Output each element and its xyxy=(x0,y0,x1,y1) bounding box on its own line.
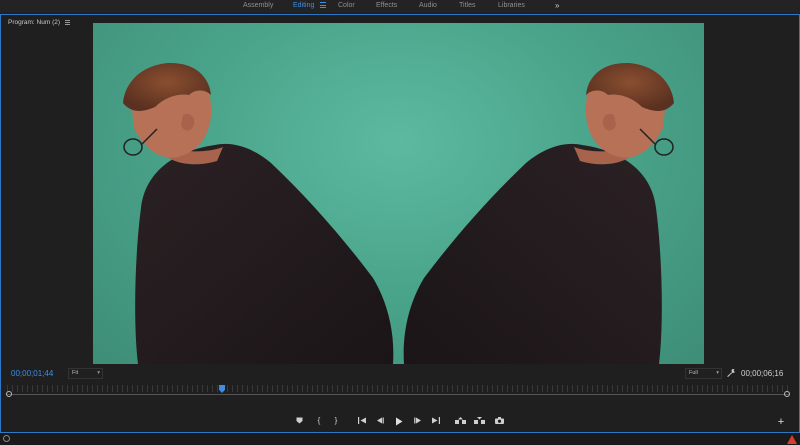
mark-out-button[interactable]: } xyxy=(330,415,342,427)
chevron-down-icon: ▾ xyxy=(716,370,719,376)
go-to-in-button[interactable] xyxy=(356,415,368,427)
current-timecode[interactable]: 00;00;01;44 xyxy=(11,369,53,378)
playback-resolution-value: Full xyxy=(689,370,698,376)
play-icon xyxy=(396,417,403,426)
zoom-bar-right-handle[interactable] xyxy=(784,391,790,397)
step-back-icon xyxy=(377,417,384,424)
ruler-ticks xyxy=(7,385,789,392)
workspace-tab-editing[interactable]: Editing xyxy=(293,2,314,9)
panel-menu-icon[interactable] xyxy=(65,20,70,27)
program-video-frame[interactable] xyxy=(93,23,704,364)
extract-button[interactable] xyxy=(473,415,485,427)
workspace-tab-color[interactable]: Color xyxy=(338,2,355,9)
workspace-tab-assembly[interactable]: Assembly xyxy=(243,2,273,9)
duration-timecode: 00;00;06;16 xyxy=(741,369,784,378)
go-to-in-icon xyxy=(358,417,366,424)
playback-resolution-select[interactable]: Full ▾ xyxy=(685,368,722,379)
zoom-level-value: Fit xyxy=(72,370,79,376)
time-ruler[interactable] xyxy=(7,385,789,392)
extract-icon xyxy=(473,417,485,424)
workspace-bar: Assembly Editing Color Effects Audio Tit… xyxy=(0,0,800,13)
add-marker-button[interactable] xyxy=(293,415,305,427)
marker-icon xyxy=(296,417,302,424)
lift-button[interactable] xyxy=(454,415,466,427)
zoom-scroll-bar[interactable] xyxy=(7,394,789,395)
warning-icon[interactable] xyxy=(787,435,797,444)
workspace-menu-icon[interactable] xyxy=(320,2,326,8)
go-to-out-icon xyxy=(432,417,440,424)
workspace-tab-libraries[interactable]: Libraries xyxy=(498,2,525,9)
go-to-out-button[interactable] xyxy=(430,415,442,427)
step-forward-button[interactable] xyxy=(412,415,424,427)
step-forward-icon xyxy=(414,417,421,424)
status-bar xyxy=(0,433,800,445)
chevron-down-icon: ▾ xyxy=(97,370,100,376)
wrench-settings-icon[interactable] xyxy=(726,368,736,378)
zoom-bar-left-handle[interactable] xyxy=(6,391,12,397)
panel-title: Program: Num (2) xyxy=(8,19,61,26)
zoom-level-select[interactable]: Fit ▾ xyxy=(68,368,103,379)
mark-in-button[interactable]: { xyxy=(313,415,325,427)
mirrored-person-image xyxy=(123,62,675,364)
workspace-tab-titles[interactable]: Titles xyxy=(459,2,475,9)
lift-icon xyxy=(454,417,466,424)
workspace-tab-effects[interactable]: Effects xyxy=(376,2,397,9)
export-frame-button[interactable] xyxy=(493,415,505,427)
step-back-button[interactable] xyxy=(374,415,386,427)
workspace-tab-audio[interactable]: Audio xyxy=(419,2,437,9)
camera-icon xyxy=(494,417,504,424)
more-workspaces-icon[interactable]: » xyxy=(555,1,559,10)
button-editor-add-button[interactable]: + xyxy=(776,417,786,428)
play-button[interactable] xyxy=(393,415,405,427)
status-indicator-icon[interactable] xyxy=(3,435,10,442)
